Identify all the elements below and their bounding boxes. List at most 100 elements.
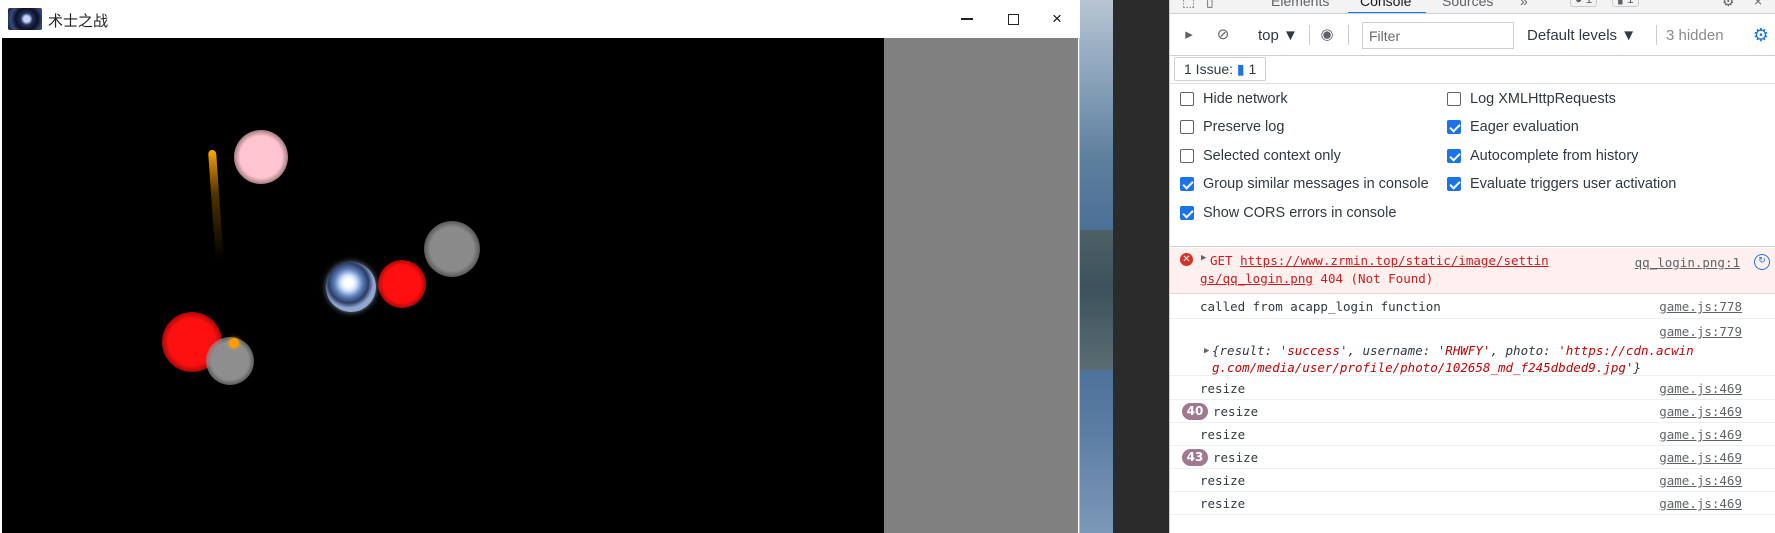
resize-log-row: resize game.js:469: [1170, 423, 1775, 446]
minimize-icon: [961, 18, 973, 20]
source-link[interactable]: game.js:779: [1659, 324, 1742, 339]
photo-value-cont: g.com/media/user/profile/photo/102658_md…: [1212, 360, 1634, 375]
source-link[interactable]: game.js:469: [1659, 381, 1742, 396]
toolbar-divider: [1656, 25, 1657, 45]
setting-label: Autocomplete from history: [1470, 148, 1639, 164]
error-url[interactable]: https://www.zrmin.top/static/image/setti…: [1240, 253, 1549, 268]
error-icon: ✕: [1180, 253, 1193, 266]
error-method: GET: [1210, 253, 1233, 268]
checkbox-unchecked[interactable]: [1180, 149, 1194, 163]
more-tabs-icon[interactable]: »: [1520, 0, 1528, 9]
setting-label: Show CORS errors in console: [1203, 205, 1397, 221]
setting-option[interactable]: Selected context only: [1180, 146, 1341, 166]
setting-option[interactable]: Eager evaluation: [1447, 117, 1579, 137]
setting-option[interactable]: Evaluate triggers user activation: [1447, 174, 1676, 194]
object-log-row[interactable]: game.js:779 ▶ {result: 'success', userna…: [1170, 320, 1775, 376]
source-link[interactable]: game.js:469: [1659, 450, 1742, 465]
hidden-messages-count: 3 hidden: [1666, 27, 1724, 44]
game-canvas[interactable]: [2, 38, 884, 533]
close-button[interactable]: ×: [1034, 0, 1080, 38]
source-link[interactable]: game.js:469: [1659, 473, 1742, 488]
window-title: 术士之战: [48, 13, 109, 30]
network-request-icon[interactable]: ↻: [1754, 254, 1770, 270]
screen: 术士之战 × ⬚ ▯ Elements Console Sources » ⚙ …: [0, 0, 1775, 533]
log-text: called from acapp_login function: [1200, 299, 1441, 314]
window-titlebar[interactable]: 术士之战 ×: [0, 0, 1080, 38]
issues-count-badge[interactable]: ▮ 1: [1612, 0, 1639, 7]
maximize-button[interactable]: [990, 0, 1036, 38]
close-icon: ×: [1052, 9, 1062, 28]
devtools-tabbar: ⬚ ▯ Elements Console Sources » ● 1 ▮ 1 ⚙…: [1170, 0, 1775, 14]
tab-elements[interactable]: Elements: [1271, 0, 1329, 9]
tab-console[interactable]: Console: [1360, 0, 1411, 9]
setting-option[interactable]: Hide network: [1180, 89, 1288, 109]
log-text: resize: [1200, 496, 1246, 511]
issues-label: 1 Issue:: [1184, 61, 1234, 77]
setting-option[interactable]: Log XMLHttpRequests: [1447, 89, 1616, 109]
log-message-row: called from acapp_login function game.js…: [1170, 295, 1775, 319]
error-count-badge[interactable]: ● 1: [1570, 0, 1598, 7]
source-link[interactable]: game.js:469: [1659, 496, 1742, 511]
source-link[interactable]: game.js:469: [1659, 404, 1742, 419]
resize-log-row: 40 resize game.js:469: [1170, 400, 1775, 423]
enemy-player-red: [378, 260, 426, 308]
devtools-panel: ⬚ ▯ Elements Console Sources » ● 1 ▮ 1 ⚙…: [1169, 0, 1775, 533]
checkbox-unchecked[interactable]: [1447, 92, 1461, 106]
inspect-icon[interactable]: ⬚: [1182, 0, 1195, 10]
console-toolbar: ▸ ⊘ top ▼ ◉ Default levels ▼ 3 hidden ⚙: [1170, 15, 1775, 56]
settings-gear-icon[interactable]: ⚙: [1722, 0, 1735, 10]
error-status: 404 (Not Found): [1320, 271, 1434, 286]
source-link[interactable]: game.js:469: [1659, 427, 1742, 442]
log-text: resize: [1200, 381, 1246, 396]
expand-arrow-icon[interactable]: ▶: [1204, 346, 1209, 356]
object-key-username: , username:: [1347, 343, 1438, 358]
source-link[interactable]: game.js:778: [1659, 299, 1742, 314]
repeat-count-badge: 43: [1182, 449, 1208, 466]
checkbox-unchecked[interactable]: [1180, 92, 1194, 106]
setting-option[interactable]: Show CORS errors in console: [1180, 203, 1396, 223]
issues-count: 1: [1248, 61, 1257, 77]
console-messages: ✕ ▶ GET https://www.zrmin.top/static/ima…: [1170, 248, 1775, 533]
error-url-cont[interactable]: gs/qq_login.png: [1200, 271, 1313, 286]
checkbox-checked[interactable]: [1447, 149, 1461, 163]
issues-button[interactable]: 1 Issue: ▮ 1: [1174, 57, 1267, 81]
setting-label: Eager evaluation: [1470, 119, 1579, 135]
clear-console-icon[interactable]: ⊘: [1214, 26, 1232, 44]
tab-sources[interactable]: Sources: [1442, 0, 1493, 9]
context-selector[interactable]: top ▼: [1258, 27, 1298, 44]
log-text: resize: [1200, 473, 1246, 488]
show-sidebar-icon[interactable]: ▸: [1180, 26, 1198, 44]
minimize-button[interactable]: [944, 0, 990, 38]
setting-option[interactable]: Autocomplete from history: [1447, 146, 1638, 166]
setting-option[interactable]: Preserve log: [1180, 117, 1284, 137]
window-gap: [1113, 0, 1169, 533]
object-close: }: [1633, 360, 1641, 375]
resize-log-row: 43 resize game.js:469: [1170, 446, 1775, 469]
checkbox-checked[interactable]: [1447, 177, 1461, 191]
desktop-wallpaper: [1080, 0, 1113, 533]
setting-label: Hide network: [1203, 91, 1288, 107]
log-levels-dropdown[interactable]: Default levels ▼: [1527, 27, 1636, 44]
username-value: 'RHWFY': [1437, 343, 1491, 358]
setting-label: Group similar messages in console: [1203, 176, 1429, 192]
device-toolbar-icon[interactable]: ▯: [1206, 0, 1214, 10]
resize-log-row: resize game.js:469: [1170, 469, 1775, 492]
close-devtools-icon[interactable]: ×: [1754, 0, 1762, 9]
console-settings-panel: Hide network Preserve log Selected context…: [1170, 85, 1775, 247]
setting-option[interactable]: Group similar messages in console: [1180, 174, 1429, 194]
filter-input[interactable]: [1362, 22, 1514, 49]
setting-label: Selected context only: [1203, 148, 1341, 164]
object-key-photo: , photo:: [1490, 343, 1559, 358]
log-text: resize: [1200, 427, 1246, 442]
log-text: resize: [1213, 450, 1259, 465]
checkbox-unchecked[interactable]: [1180, 120, 1194, 134]
error-message-row[interactable]: ✕ ▶ GET https://www.zrmin.top/static/ima…: [1170, 248, 1775, 294]
console-settings-icon[interactable]: ⚙: [1752, 26, 1770, 44]
expand-arrow-icon[interactable]: ▶: [1201, 253, 1206, 263]
live-expression-eye-icon[interactable]: ◉: [1318, 26, 1336, 44]
source-link[interactable]: qq_login.png:1: [1635, 255, 1740, 270]
checkbox-checked[interactable]: [1447, 120, 1461, 134]
setting-label: Evaluate triggers user activation: [1470, 176, 1677, 192]
checkbox-checked[interactable]: [1180, 177, 1194, 191]
checkbox-checked[interactable]: [1180, 206, 1194, 220]
